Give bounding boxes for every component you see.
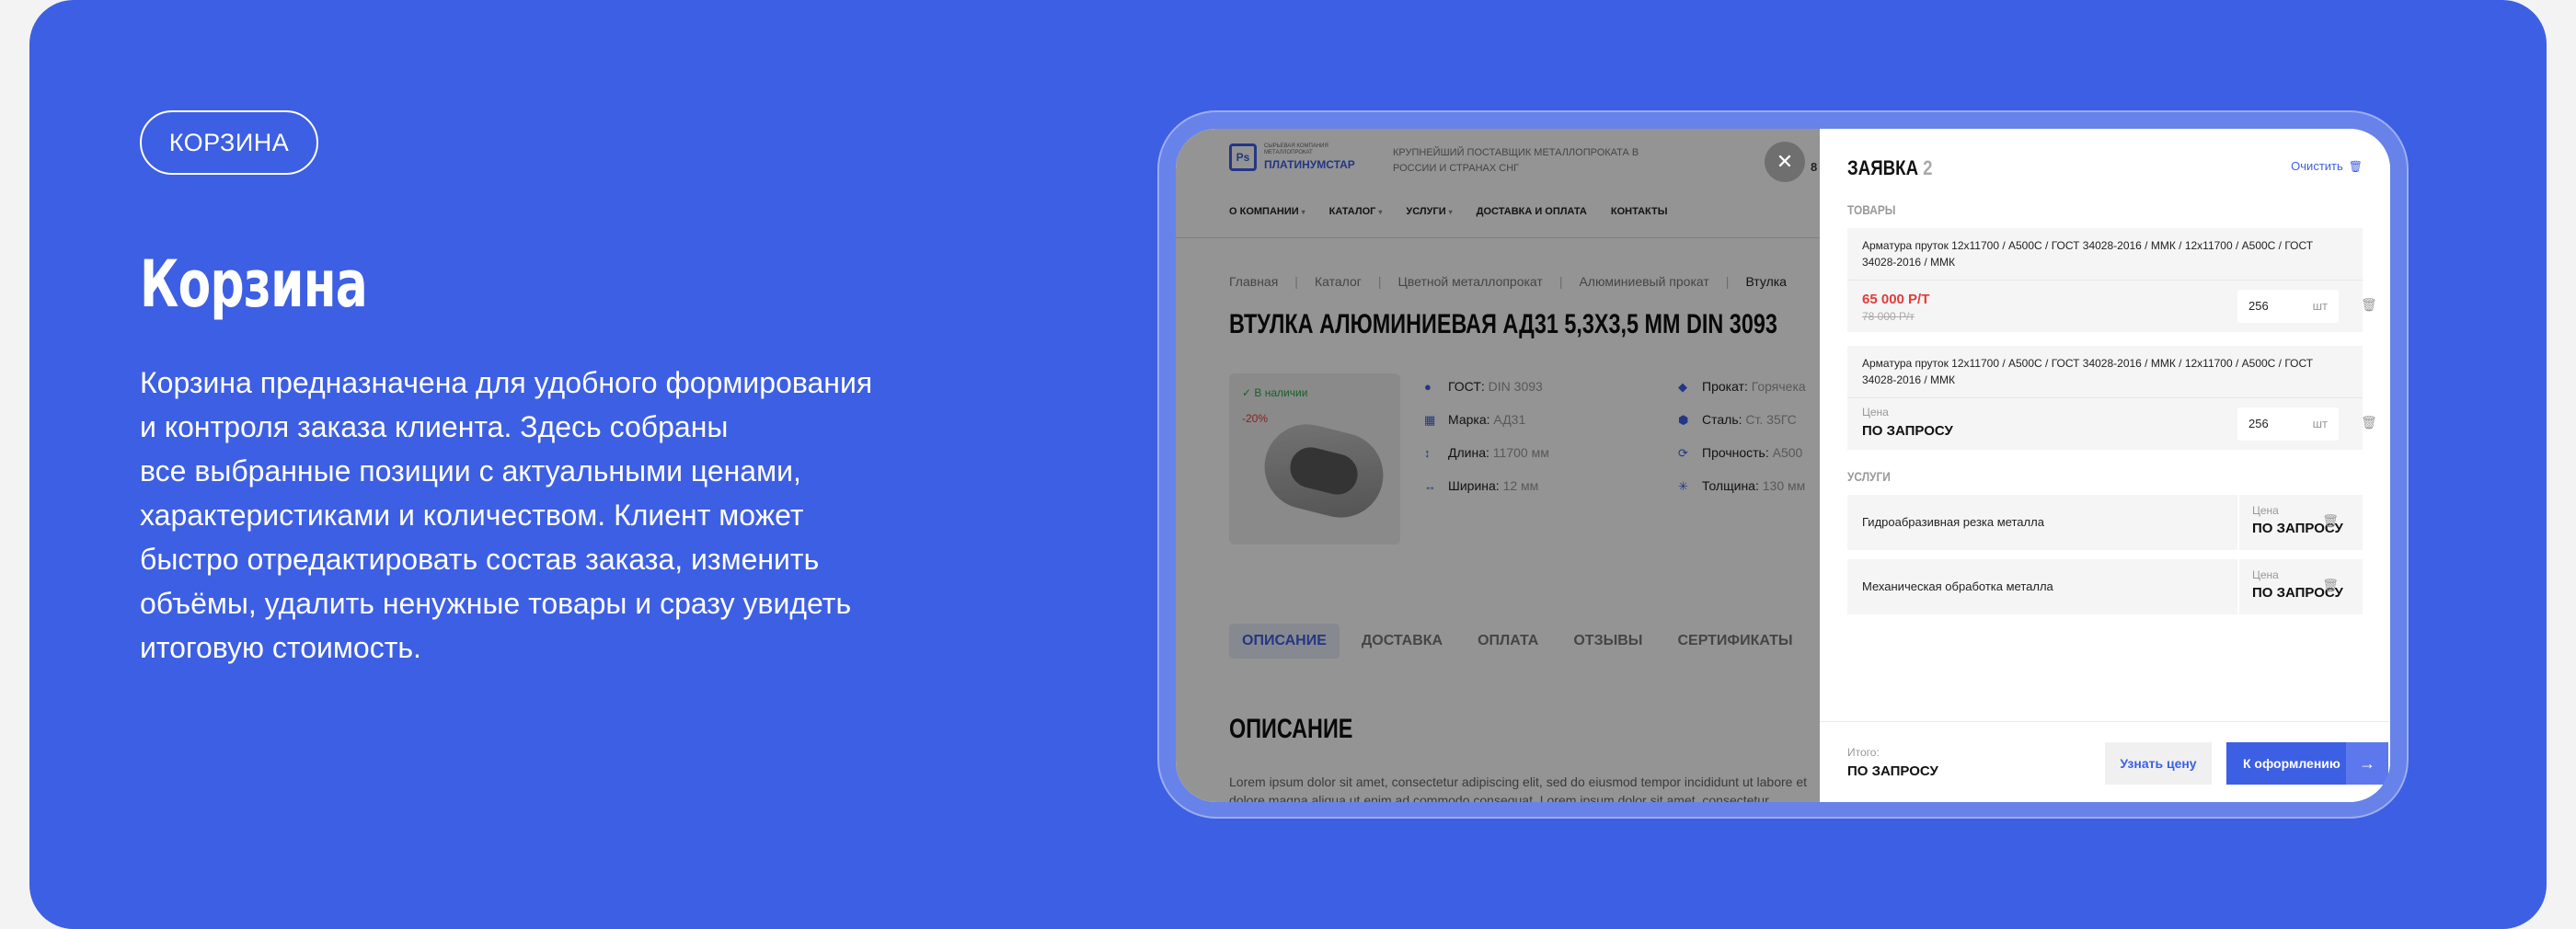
description-line: итоговую стоимость. <box>140 631 421 664</box>
service-item: Гидроабразивная резка металла Цена ПО ЗА… <box>1847 495 2363 550</box>
clear-cart-button[interactable]: Очистить 🗑 <box>2291 159 2363 173</box>
item-old-price: 78 000 Р/т <box>1862 310 1915 323</box>
trash-icon[interactable]: 🗑 <box>2361 297 2377 313</box>
item-name[interactable]: Арматура пруток 12х11700 / А500С / ГОСТ … <box>1847 228 2363 281</box>
cart-footer: Итого: ПО ЗАПРОСУ Узнать цену К оформлен… <box>1820 721 2390 802</box>
item-price: 65 000 Р/Т <box>1862 292 1930 307</box>
total-label: Итого: <box>1847 746 1880 759</box>
service-name[interactable]: Гидроабразивная резка металла <box>1862 515 2044 529</box>
slide-description: Корзина предназначена для удобного форми… <box>140 361 995 670</box>
total-value: ПО ЗАПРОСУ <box>1847 763 1938 779</box>
slide-title: Корзина <box>140 247 368 322</box>
services-section-label: УСЛУГИ <box>1847 469 1891 484</box>
ask-price-button[interactable]: Узнать цену <box>2105 742 2212 785</box>
description-line: быстро отредактировать состав заказа, из… <box>140 543 820 576</box>
arrow-right-icon: → <box>2346 742 2388 785</box>
trash-icon[interactable]: 🗑 <box>2322 513 2339 529</box>
cart-item: Арматура пруток 12х11700 / А500С / ГОСТ … <box>1847 228 2377 332</box>
quantity-input[interactable]: 256 шт <box>2237 407 2339 441</box>
trash-icon[interactable]: 🗑 <box>2361 415 2377 430</box>
cart-count: 2 <box>1923 156 1933 179</box>
device-screen: Ps СЫРЬЕВАЯ КОМПАНИЯ МЕТАЛЛОПРОКАТ ПЛАТИ… <box>1176 129 2390 802</box>
goods-section-label: ТОВАРЫ <box>1847 202 1896 217</box>
cart-item: Арматура пруток 12х11700 / А500С / ГОСТ … <box>1847 346 2377 450</box>
item-price: ПО ЗАПРОСУ <box>1862 423 1953 439</box>
trash-icon: 🗑 <box>2348 160 2363 173</box>
checkout-button[interactable]: К оформлению → <box>2226 742 2388 785</box>
section-tag: КОРЗИНА <box>140 110 318 175</box>
description-line: и контроля заказа клиента. Здесь собраны <box>140 410 729 443</box>
quantity-input[interactable]: 256 шт <box>2237 290 2339 323</box>
phone-number: 8 <box>1811 160 1818 174</box>
description-line: все выбранные позиции с актуальными цена… <box>140 454 801 487</box>
description-line: объёмы, удалить ненужные товары и сразу … <box>140 587 852 620</box>
cart-title: ЗАЯВКА 2 <box>1847 156 1933 179</box>
trash-icon[interactable]: 🗑 <box>2322 578 2339 593</box>
price-label: Цена <box>2252 504 2279 517</box>
item-name[interactable]: Арматура пруток 12х11700 / А500С / ГОСТ … <box>1847 346 2363 398</box>
price-label: Цена <box>2252 568 2279 581</box>
close-icon[interactable]: ✕ <box>1765 142 1805 182</box>
service-name[interactable]: Механическая обработка металла <box>1862 579 2053 593</box>
price-label: Цена <box>1862 406 1889 419</box>
modal-overlay[interactable] <box>1176 129 1820 802</box>
cart-drawer: ЗАЯВКА 2 Очистить 🗑 ТОВАРЫ Арматура пруток… <box>1820 129 2390 802</box>
service-item: Механическая обработка металла Цена ПО З… <box>1847 559 2363 614</box>
description-line: характеристиками и количеством. Клиент м… <box>140 499 804 532</box>
description-line: Корзина предназначена для удобного форми… <box>140 366 873 399</box>
